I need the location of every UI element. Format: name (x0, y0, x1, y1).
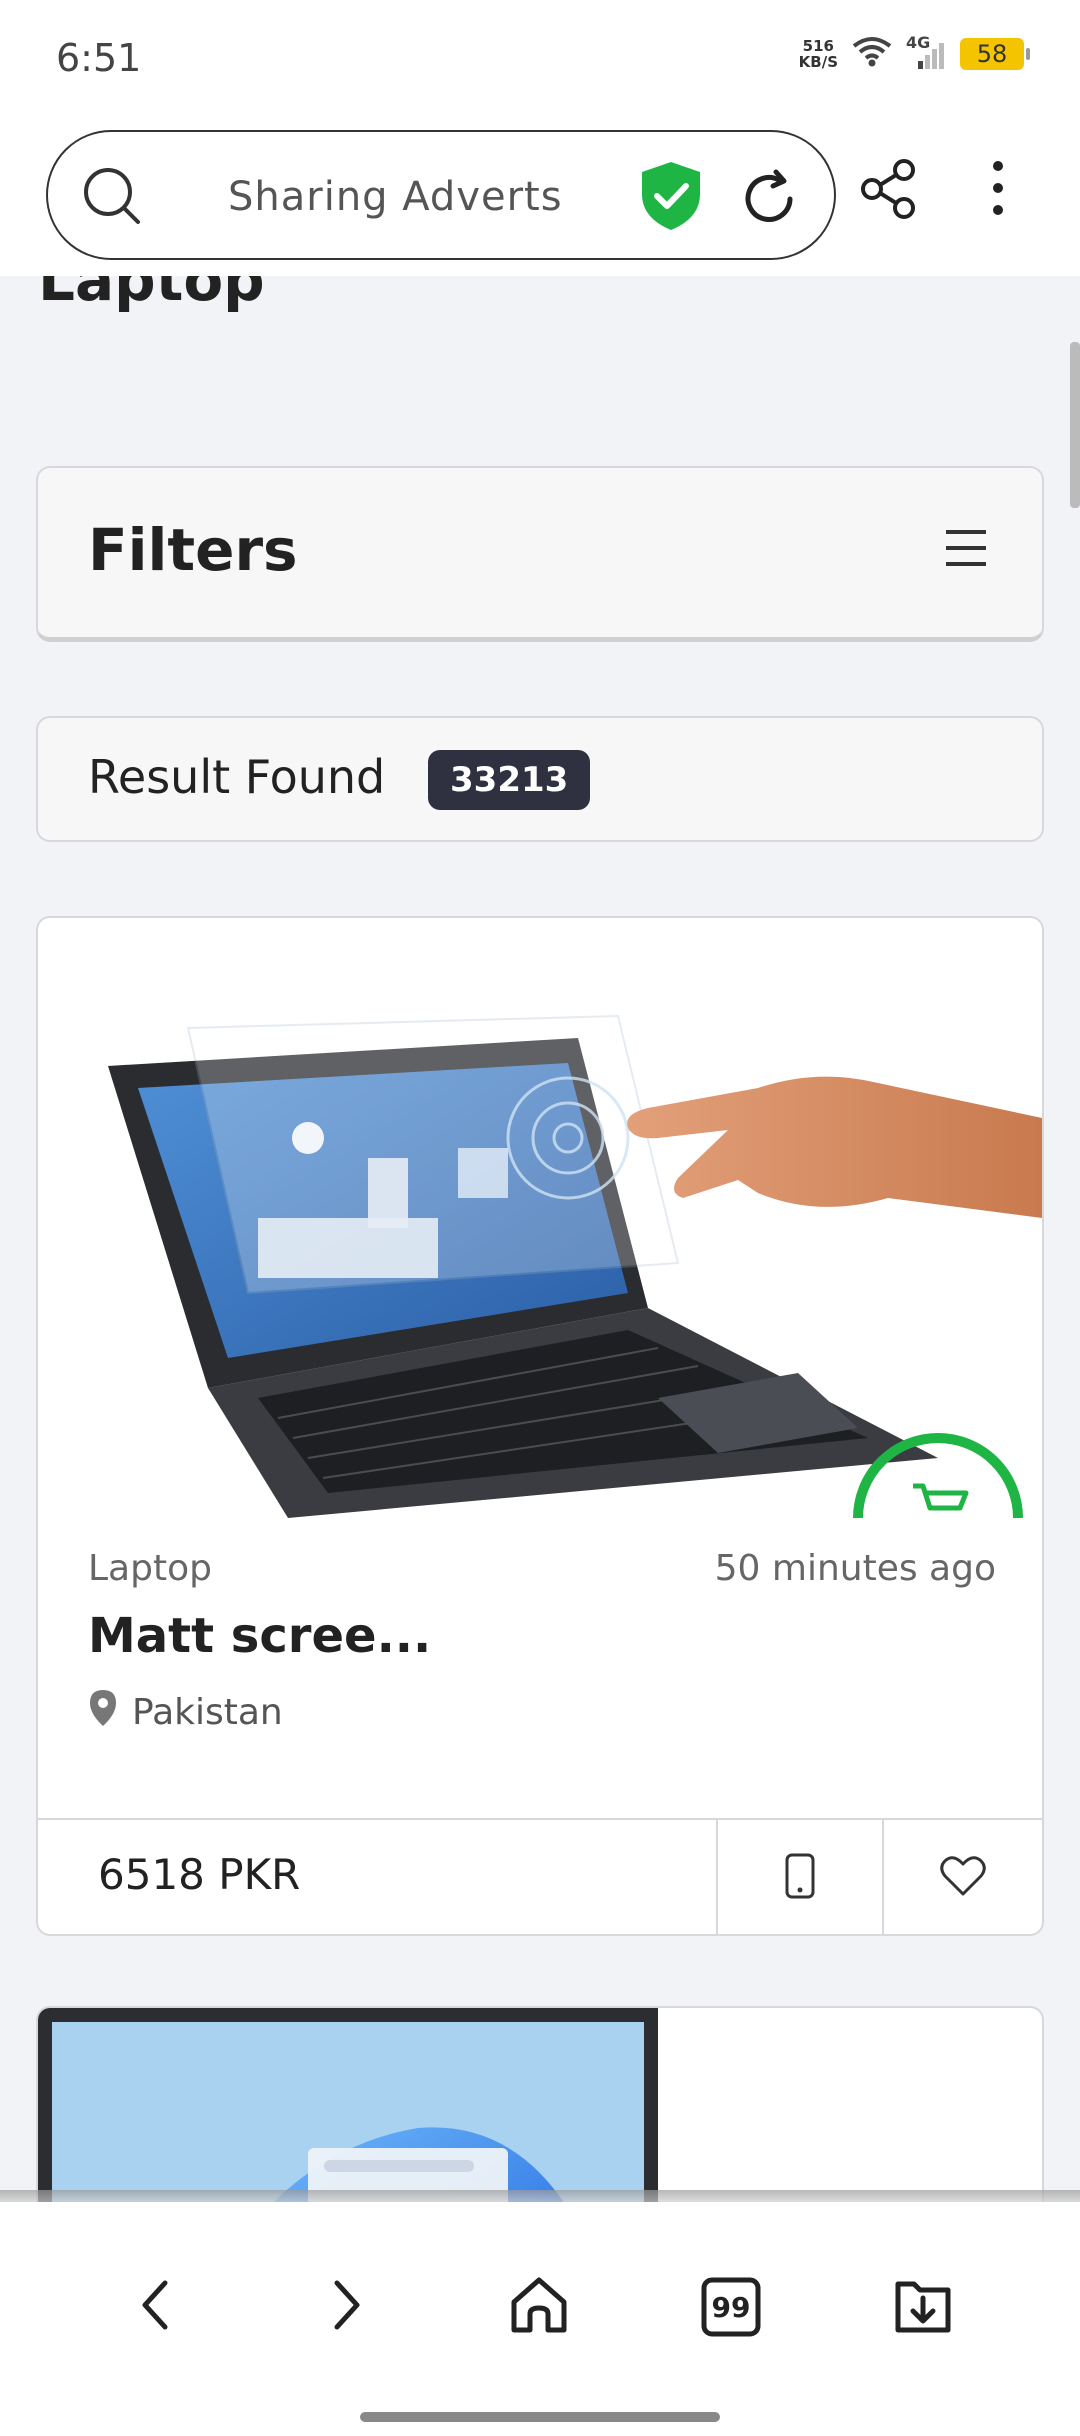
browser-toolbar: Sharing Adverts (0, 118, 1080, 276)
forward-icon (327, 2277, 367, 2337)
status-indicators: 516 KB/S 4G 58 (799, 33, 1030, 72)
ad-location: Pakistan (88, 1688, 283, 1737)
ad-category: Laptop (88, 1548, 212, 1589)
tabs-icon: 99 (701, 2277, 761, 2337)
shield-check-icon[interactable] (638, 160, 704, 236)
ad-footer: 6518 PKR (38, 1818, 1042, 1934)
status-time: 6:51 (56, 36, 142, 80)
ad-location-text: Pakistan (132, 1692, 283, 1733)
web-page: Laptop Filters Result Found 33213 Laptop… (0, 276, 1080, 2202)
result-count-badge: 33213 (428, 750, 591, 810)
back-button[interactable] (110, 2262, 200, 2352)
ad-image[interactable] (38, 918, 1042, 1518)
screen: 6:51 516 KB/S 4G 58 Sharing Adverts Lapt… (0, 0, 1080, 2436)
page-title: Laptop (38, 276, 265, 314)
page-scrollbar[interactable] (1070, 342, 1080, 508)
reload-icon[interactable] (738, 168, 800, 234)
downloads-button[interactable] (878, 2262, 968, 2352)
search-icon[interactable] (80, 164, 144, 232)
forward-button[interactable] (302, 2262, 392, 2352)
filters-panel[interactable]: Filters (36, 466, 1044, 642)
tabs-count: 99 (711, 2291, 751, 2324)
location-pin-icon (88, 1688, 118, 1737)
ad-time: 50 minutes ago (714, 1548, 996, 1589)
bottom-nav-divider (0, 2190, 1080, 2202)
network-speed-value: 516 (802, 37, 834, 55)
share-icon[interactable] (860, 158, 918, 224)
phone-icon (785, 1853, 815, 1903)
menu-icon[interactable] (944, 528, 988, 572)
ad-card[interactable] (36, 2006, 1044, 2202)
tabs-button[interactable]: 99 (686, 2262, 776, 2352)
battery-indicator: 58 (960, 38, 1030, 70)
ad-card[interactable]: Laptop 50 minutes ago Matt scree... Paki… (36, 916, 1044, 1936)
home-indicator[interactable] (360, 2412, 720, 2422)
downloads-icon (892, 2274, 954, 2340)
filters-title: Filters (88, 516, 298, 584)
result-summary: Result Found 33213 (36, 716, 1044, 842)
heart-icon (940, 1855, 986, 1901)
network-speed-unit: KB/S (798, 53, 838, 71)
network-speed: 516 KB/S (799, 38, 838, 70)
ad-title[interactable]: Matt scree... (88, 1608, 431, 1664)
ad-price: 6518 PKR (98, 1850, 301, 1899)
url-text[interactable]: Sharing Adverts (228, 174, 563, 220)
favorite-button[interactable] (882, 1820, 1042, 1934)
call-button[interactable] (716, 1820, 882, 1934)
home-icon (508, 2274, 570, 2340)
bottom-navigation: 99 (0, 2202, 1080, 2436)
more-vert-icon[interactable] (978, 156, 1018, 224)
back-icon (135, 2277, 175, 2337)
status-bar: 6:51 516 KB/S 4G 58 (0, 0, 1080, 118)
wifi-icon (852, 36, 892, 72)
ad-image[interactable] (38, 2008, 1042, 2202)
home-button[interactable] (494, 2262, 584, 2352)
address-bar[interactable]: Sharing Adverts (46, 130, 836, 260)
result-label: Result Found (88, 750, 386, 804)
cellular-signal-icon: 4G (906, 33, 946, 71)
